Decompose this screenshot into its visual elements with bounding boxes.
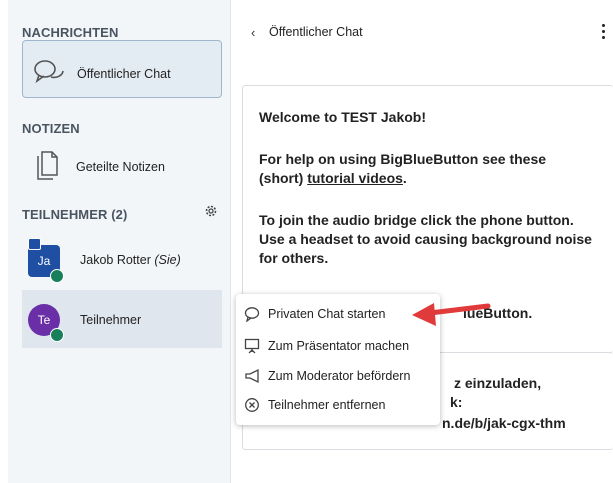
shared-notes-item[interactable]: Geteilte Notizen <box>22 142 222 192</box>
audio-line-3: for others. <box>259 250 329 266</box>
participant-row[interactable]: Ja Jakob Rotter (Sie) <box>22 232 222 290</box>
meeting-name: TEST Jakob <box>341 109 422 125</box>
more-options-icon[interactable] <box>602 24 606 42</box>
menu-item-label: Zum Moderator befördern <box>268 369 411 383</box>
headset-icon <box>50 269 64 283</box>
remove-participant-item[interactable]: Teilnehmer entfernen <box>236 392 440 418</box>
help-line-2: (short) tutorial videos. <box>259 170 407 186</box>
help-line-1: For help on using BigBlueButton see thes… <box>259 151 547 167</box>
chat-title[interactable]: Öffentlicher Chat <box>269 25 363 39</box>
document-icon <box>36 150 58 185</box>
chat-bubbles-icon <box>33 59 65 90</box>
chat-bubble-icon <box>244 306 260 323</box>
menu-item-label: Zum Präsentator machen <box>268 339 410 353</box>
tutorial-link[interactable]: tutorial videos <box>307 170 403 186</box>
welcome-heading: Welcome to TEST Jakob! <box>259 109 427 125</box>
menu-item-label: Privaten Chat starten <box>268 307 386 321</box>
participant-row-selected[interactable]: Te Teilnehmer <box>22 290 222 348</box>
audio-line-2: Use a headset to avoid causing backgroun… <box>259 231 592 247</box>
presenter-icon <box>28 238 41 250</box>
partial-line: k: <box>450 394 463 410</box>
shared-notes-label: Geteilte Notizen <box>76 160 165 174</box>
notes-section-title: NOTIZEN <box>22 121 80 136</box>
meeting-link[interactable]: n.de/b/jak-cgx-thm <box>442 414 613 433</box>
public-chat-label: Öffentlicher Chat <box>77 67 171 81</box>
chat-header: ‹ Öffentlicher Chat <box>231 0 613 60</box>
messages-section-title: NACHRICHTEN <box>22 25 119 40</box>
participant-name: Teilnehmer <box>80 313 142 327</box>
promote-moderator-item[interactable]: Zum Moderator befördern <box>236 363 440 389</box>
audio-line-1: To join the audio bridge click the phone… <box>259 212 574 228</box>
presentation-icon <box>244 338 260 354</box>
headset-icon <box>50 328 64 342</box>
participant-name: Jakob Rotter (Sie) <box>80 253 181 267</box>
gear-icon[interactable] <box>204 204 218 223</box>
menu-item-label: Teilnehmer entfernen <box>268 398 386 412</box>
participants-section-title: TEILNEHMER (2) <box>22 207 128 222</box>
annotation-arrow-icon <box>408 296 492 337</box>
chevron-left-icon[interactable]: ‹ <box>251 25 255 40</box>
panel-divider <box>230 0 231 483</box>
public-chat-item[interactable]: Öffentlicher Chat <box>22 40 222 98</box>
megaphone-icon <box>244 368 260 384</box>
partial-line: z einzuladen, <box>454 375 542 391</box>
remove-circle-icon <box>244 397 260 413</box>
user-list-sidebar: NACHRICHTEN Öffentlicher Chat NOTIZEN Ge… <box>8 0 230 483</box>
you-suffix: (Sie) <box>154 253 181 267</box>
